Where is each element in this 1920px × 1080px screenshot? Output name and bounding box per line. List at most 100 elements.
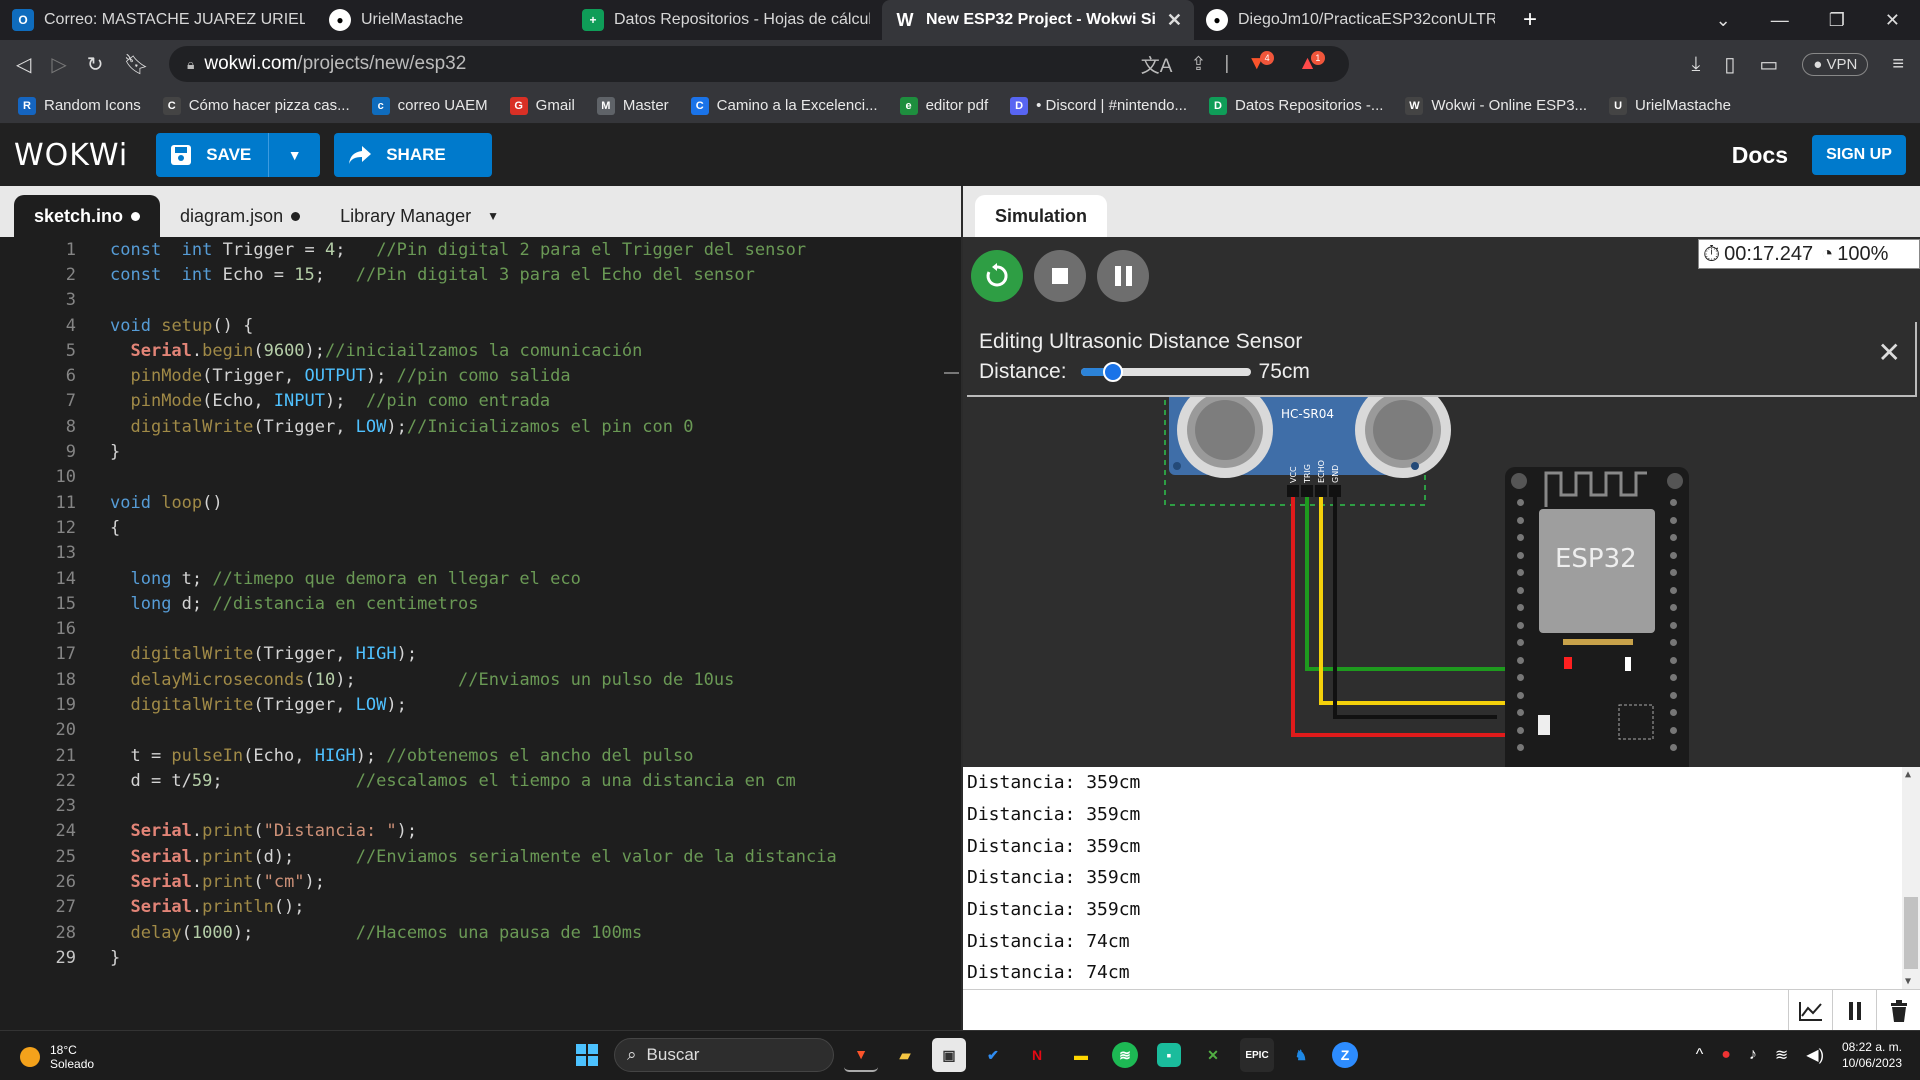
browser-tab-github[interactable]: ● UrielMastache — [317, 0, 570, 40]
windows-start-icon[interactable] — [570, 1038, 604, 1072]
taskbar-search[interactable]: ⌕ Buscar — [614, 1038, 834, 1072]
browser-tab-sheets[interactable]: + Datos Repositorios - Hojas de cálculo … — [570, 0, 882, 40]
caret-down-icon[interactable]: ▼ — [487, 209, 499, 223]
tab-search-icon[interactable]: ⌄ — [1716, 10, 1731, 31]
brave-icon[interactable]: ▼ — [844, 1038, 878, 1072]
code-line[interactable]: 29} — [0, 945, 961, 970]
netflix-icon[interactable]: N — [1020, 1038, 1054, 1072]
share-button[interactable]: SHARE — [334, 133, 493, 177]
code-line[interactable]: 10 — [0, 465, 961, 490]
address-bar[interactable]: 🔒︎ wokwi.com/projects/new/esp32 文A ⇪ | ▼… — [168, 46, 1349, 82]
forward-icon[interactable]: ▷ — [51, 52, 66, 77]
code-line[interactable]: 14 long t; //timepo que demora en llegar… — [0, 566, 961, 591]
plotter-button[interactable] — [1788, 990, 1832, 1031]
tab-simulation[interactable]: Simulation — [975, 195, 1108, 237]
wifi-icon[interactable]: ≋ — [1775, 1045, 1788, 1065]
meet-now-icon[interactable]: ● — [1721, 1046, 1731, 1064]
clock[interactable]: 08:22 a. m. 10/06/2023 — [1842, 1039, 1902, 1071]
wallet-icon[interactable]: ▭ — [1759, 52, 1778, 77]
browser-tab-outlook[interactable]: O Correo: MASTACHE JUAREZ URIEL - Outloo… — [0, 0, 317, 40]
weather-widget[interactable]: 18°C Soleado — [20, 1043, 94, 1071]
code-line[interactable]: 8 digitalWrite(Trigger, LOW);//Inicializ… — [0, 414, 961, 439]
volume-icon[interactable]: ◀) — [1806, 1045, 1824, 1065]
signup-button[interactable]: SIGN UP — [1812, 135, 1906, 175]
bookmark-item[interactable]: c correo UAEM — [371, 96, 488, 115]
code-line[interactable]: 15 long d; //distancia en centimetros — [0, 591, 961, 616]
bookmark-item[interactable]: M Master — [596, 96, 669, 115]
wokwi-logo[interactable]: WOKWi — [14, 138, 128, 173]
restore-icon[interactable]: ❐ — [1829, 10, 1845, 31]
bookmark-item[interactable]: D • Discord | #nintendo... — [1010, 96, 1187, 115]
share-page-icon[interactable]: ⇪ — [1190, 53, 1206, 76]
code-line[interactable]: 23 — [0, 794, 961, 819]
sticky-notes-icon[interactable]: ▬ — [1064, 1038, 1098, 1072]
code-line[interactable]: 5 Serial.begin(9600);//iniciailzamos la … — [0, 338, 961, 363]
bookmark-item[interactable]: G Gmail — [509, 96, 575, 115]
tab-library-manager[interactable]: Library Manager ▼ — [320, 195, 519, 237]
code-line[interactable]: 18 delayMicroseconds(10); //Enviamos un … — [0, 667, 961, 692]
tab-sketch-ino[interactable]: sketch.ino — [14, 195, 161, 237]
save-dropdown-button[interactable]: ▼ — [268, 133, 320, 177]
bookmark-item[interactable]: C Camino a la Excelenci... — [690, 96, 878, 115]
bookmark-item[interactable]: C Cómo hacer pizza cas... — [162, 96, 350, 115]
back-icon[interactable]: ◁ — [16, 52, 31, 77]
xbox-icon[interactable]: ✕ — [1196, 1038, 1230, 1072]
scroll-down-icon[interactable]: ▼ — [1905, 976, 1911, 987]
serial-input[interactable] — [963, 989, 1920, 1031]
menu-icon[interactable]: ≡ — [1892, 53, 1904, 76]
code-line[interactable]: 17 digitalWrite(Trigger, HIGH); — [0, 642, 961, 667]
scroll-up-icon[interactable]: ▲ — [1905, 769, 1911, 780]
save-button[interactable]: SAVE — [156, 133, 268, 177]
translate-icon[interactable]: 文A — [1141, 51, 1173, 78]
tab-diagram-json[interactable]: diagram.json — [160, 195, 320, 237]
browser-tab-wokwi[interactable]: W New ESP32 Project - Wokwi Simulator ✕ — [882, 0, 1194, 40]
file-explorer-icon[interactable]: ▰ — [888, 1038, 922, 1072]
serial-scrollbar[interactable]: ▲ ▼ — [1902, 767, 1920, 989]
docs-link[interactable]: Docs — [1732, 142, 1788, 169]
bookmark-icon[interactable]: 🔖︎ — [124, 52, 149, 77]
browser-tab-github-repo[interactable]: ● DiegoJm10/PracticaESP32conULTRASONICO — [1194, 0, 1507, 40]
code-line[interactable]: 22 d = t/59; //escalamos el tiempo a una… — [0, 768, 961, 793]
show-hidden-icons[interactable]: ^ — [1696, 1046, 1704, 1064]
todo-icon[interactable]: ✔ — [976, 1038, 1010, 1072]
download-icon[interactable]: ⤓ — [1691, 53, 1700, 76]
code-line[interactable]: 20 — [0, 718, 961, 743]
code-line[interactable]: 7 pinMode(Echo, INPUT); //pin como entra… — [0, 389, 961, 414]
distance-slider[interactable] — [1080, 362, 1251, 382]
code-line[interactable]: 26 Serial.print("cm"); — [0, 869, 961, 894]
brave-rewards-icon[interactable]: ▲1 — [1298, 51, 1331, 75]
sidebar-icon[interactable]: ▯ — [1724, 52, 1735, 77]
code-line[interactable]: 1 const int Trigger = 4; //Pin digital 2 … — [0, 237, 961, 262]
zoom-icon[interactable]: Z — [1332, 1042, 1358, 1068]
code-line[interactable]: 27 Serial.println(); — [0, 895, 961, 920]
code-line[interactable]: 24 Serial.print("Distancia: "); — [0, 819, 961, 844]
simulation-canvas[interactable]: ⏱︎ 00:17.247 ◔ 100% HC-SR04 VCC TRIG ECH… — [963, 237, 1920, 767]
code-line[interactable]: 12 { — [0, 515, 961, 540]
code-line[interactable]: 28 delay(1000); //Hacemos una pausa de 1… — [0, 920, 961, 945]
scrollbar-thumb[interactable] — [1904, 897, 1918, 969]
bookmark-item[interactable]: U UrielMastache — [1609, 96, 1731, 115]
close-popup-icon[interactable]: ✕ — [1878, 336, 1901, 369]
code-line[interactable]: 13 — [0, 541, 961, 566]
brave-shields-icon[interactable]: ▼4 — [1247, 51, 1280, 75]
code-line[interactable]: 11 void loop() — [0, 490, 961, 515]
microphone-icon[interactable]: ♪ — [1749, 1046, 1757, 1064]
code-line[interactable]: 25 Serial.print(d); //Enviamos serialmen… — [0, 844, 961, 869]
code-line[interactable]: 19 digitalWrite(Trigger, LOW); — [0, 692, 961, 717]
close-window-icon[interactable]: ✕ — [1885, 10, 1900, 31]
slider-handle[interactable] — [1102, 362, 1123, 382]
code-line[interactable]: 2 const int Echo = 15; //Pin digital 3 pa… — [0, 262, 961, 287]
pause-serial-button[interactable] — [1832, 990, 1876, 1031]
bookmark-item[interactable]: W Wokwi - Online ESP3... — [1405, 96, 1587, 115]
code-line[interactable]: 3 — [0, 288, 961, 313]
new-tab-button[interactable]: + — [1507, 6, 1553, 34]
clear-serial-button[interactable] — [1876, 990, 1920, 1031]
reload-icon[interactable]: ↻ — [87, 52, 104, 77]
vpn-button[interactable]: ● VPN — [1802, 52, 1869, 76]
code-editor[interactable]: 1 const int Trigger = 4; //Pin digital 2 … — [0, 237, 961, 1030]
game-app-icon[interactable]: ♞ — [1284, 1038, 1318, 1072]
bookmark-item[interactable]: e editor pdf — [899, 96, 988, 115]
serial-monitor-output[interactable]: Distancia: 359cm Distancia: 359cm Distanci… — [963, 767, 1920, 989]
spotify-icon[interactable]: ≋ — [1112, 1042, 1138, 1068]
epic-games-icon[interactable]: EPIC — [1240, 1038, 1274, 1072]
